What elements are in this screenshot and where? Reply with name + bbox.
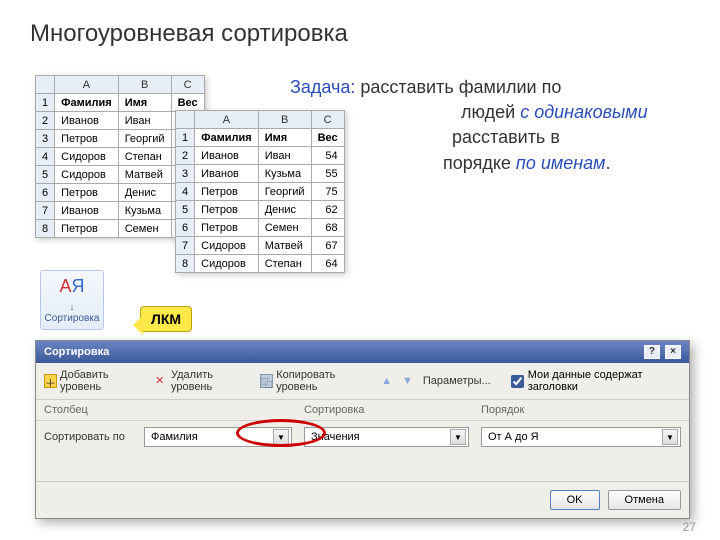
task-part4b: порядке [443, 153, 511, 173]
task-text: Задача: расставить фамилии по xxxxxxxxxx… [290, 75, 690, 176]
order-combo[interactable]: От А до Я▼ [481, 427, 681, 447]
task-part3b: расставить в [452, 127, 560, 147]
task-italic1: с одинаковыми [520, 102, 647, 122]
headers-checkbox-input[interactable] [511, 375, 524, 388]
copy-level-button[interactable]: ⿻Копировать уровень [260, 369, 371, 393]
page-title: Многоуровневая сортировка [0, 0, 720, 58]
col-header: Столбец [44, 404, 304, 416]
help-icon[interactable]: ? [644, 345, 660, 359]
sort-icon: АЯ↓ [41, 277, 103, 313]
order-header: Порядок [481, 404, 681, 416]
task-dot: . [605, 153, 610, 173]
sort-button-label: Сортировка [41, 313, 103, 324]
headers-checkbox-label: Мои данные содержат заголовки [528, 369, 681, 393]
sort-header: Сортировка [304, 404, 481, 416]
add-level-button[interactable]: ＋Добавить уровень [44, 369, 145, 393]
cancel-button[interactable]: Отмена [608, 490, 681, 510]
sort-dialog: Сортировка ? × ＋Добавить уровень ✕Удалит… [35, 340, 690, 519]
task-italic2: по именам [516, 153, 606, 173]
chevron-down-icon: ▼ [450, 429, 466, 445]
lmb-callout: ЛКМ [140, 306, 192, 332]
headers-checkbox[interactable]: Мои данные содержат заголовки [511, 369, 681, 393]
sort-button[interactable]: АЯ↓ Сортировка [40, 270, 104, 330]
chevron-down-icon: ▼ [662, 429, 678, 445]
page-number: 27 [683, 520, 696, 534]
column-combo[interactable]: Фамилия▼ [144, 427, 292, 447]
dialog-titlebar[interactable]: Сортировка ? × [36, 341, 689, 363]
sort-level-row: Сортировать по Фамилия▼ Значения▼ От А д… [36, 421, 689, 453]
sort-by-label: Сортировать по [44, 431, 144, 443]
move-up-button[interactable]: ▲ [381, 375, 392, 387]
ok-button[interactable]: OK [550, 490, 600, 510]
move-down-button[interactable]: ▼ [402, 375, 413, 387]
dialog-title: Сортировка [44, 346, 109, 358]
task-part2b: людей [461, 102, 515, 122]
sorton-combo[interactable]: Значения▼ [304, 427, 469, 447]
task-part1: расставить фамилии по [355, 77, 561, 97]
delete-level-button[interactable]: ✕Удалить уровень [155, 369, 250, 393]
params-button[interactable]: Параметры... [423, 375, 491, 387]
task-label: Задача: [290, 77, 355, 97]
result-table: ABC 1ФамилияИмяВес 2ИвановИван54 3Иванов… [175, 110, 345, 273]
close-icon[interactable]: × [665, 345, 681, 359]
chevron-down-icon: ▼ [273, 429, 289, 445]
